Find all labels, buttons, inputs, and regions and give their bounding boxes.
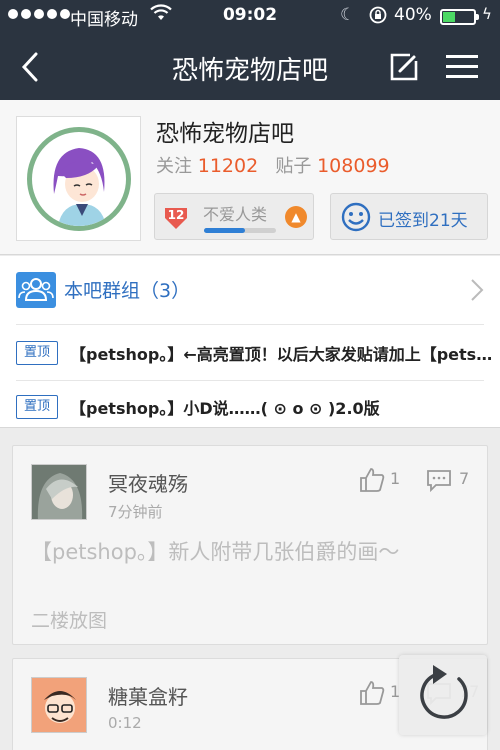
pinned-tag: 置顶 [16,395,58,419]
chevron-right-icon [471,279,484,301]
post-title: 【petshop。】新人附带几张伯爵的画〜 [31,540,400,564]
compose-post-button[interactable] [388,51,420,83]
smiley-icon [341,202,371,232]
username[interactable]: 糖菓盒籽 [108,681,188,710]
comment-icon [427,470,451,493]
sign-in-button[interactable]: 已签到21天 [330,193,488,240]
rotation-lock-icon [368,5,388,30]
battery-icon [440,9,479,25]
username[interactable]: 冥夜魂殇 [108,468,188,497]
level-name: 不爱人类 [203,205,268,224]
forum-stats: 关注 11202 贴子 108099 [156,152,390,178]
level-number: 12 [167,208,185,222]
follow-count: 11202 [197,155,259,177]
comment-button[interactable]: 7 [425,466,485,496]
comment-count: 7 [459,469,470,488]
posts-count: 108099 [317,155,390,177]
pinned-post[interactable]: 置顶 【petshop。】小D说……( ⊙ o ⊙ )2.0版 [0,384,500,434]
groups-and-pinned: 本吧群组（3） 置顶 【petshop。】←高亮置顶！以后大家发贴请加上【pet… [0,256,500,428]
like-count: 1 [390,469,401,488]
nav-bar: 恐怖宠物店吧 [0,34,500,100]
forum-groups-row[interactable]: 本吧群组（3） [0,256,500,324]
like-button[interactable]: 1 [358,466,418,496]
battery-percent: 40% [394,5,432,25]
menu-button[interactable] [446,54,478,80]
status-bar: 中国移动 09:02 ☾ 40% ϟ [0,0,500,34]
post-card[interactable]: 冥夜魂殇 7分钟前 1 7 【petshop。】新人附带几张伯爵的画〜 二楼放图 [12,445,488,645]
forum-header: 恐怖宠物店吧 关注 11202 贴子 108099 12 不爱人类 ▲ 已签到2… [0,100,500,255]
pinned-post-title: 【petshop。】←高亮置顶！以后大家发贴请加上【petshop。】 [70,345,494,364]
forum-groups-label: 本吧群组（3） [64,280,191,302]
rocket-icon: ▲ [285,206,307,228]
follow-label: 关注 [156,156,192,177]
thumbs-up-icon [360,468,385,492]
thumbs-up-icon [360,681,385,705]
user-level-button[interactable]: 12 不爱人类 ▲ [154,193,314,240]
post-time: 0:12 [108,714,142,732]
pinned-post[interactable]: 置顶 【petshop。】←高亮置顶！以后大家发贴请加上【petshop。】 [0,330,500,380]
refresh-icon [420,665,468,719]
group-icon [16,272,56,308]
post-excerpt: 二楼放图 [31,610,108,632]
charging-icon: ϟ [482,5,492,23]
post-time: 7分钟前 [108,503,163,521]
forum-avatar[interactable] [16,116,141,241]
pinned-tag: 置顶 [16,341,58,365]
refresh-button[interactable] [399,655,487,735]
level-progress-bar [204,228,276,233]
forum-name: 恐怖宠物店吧 [156,121,294,147]
top-bar: 中国移动 09:02 ☾ 40% ϟ 恐怖宠物店吧 [0,0,500,100]
user-avatar[interactable] [31,464,87,520]
pinned-post-title: 【petshop。】小D说……( ⊙ o ⊙ )2.0版 [70,399,380,418]
user-avatar[interactable] [31,677,87,733]
posts-label: 贴子 [275,156,312,177]
sign-in-status: 已签到21天 [378,211,468,231]
do-not-disturb-icon: ☾ [340,5,356,25]
page-title: 恐怖宠物店吧 [171,56,328,86]
